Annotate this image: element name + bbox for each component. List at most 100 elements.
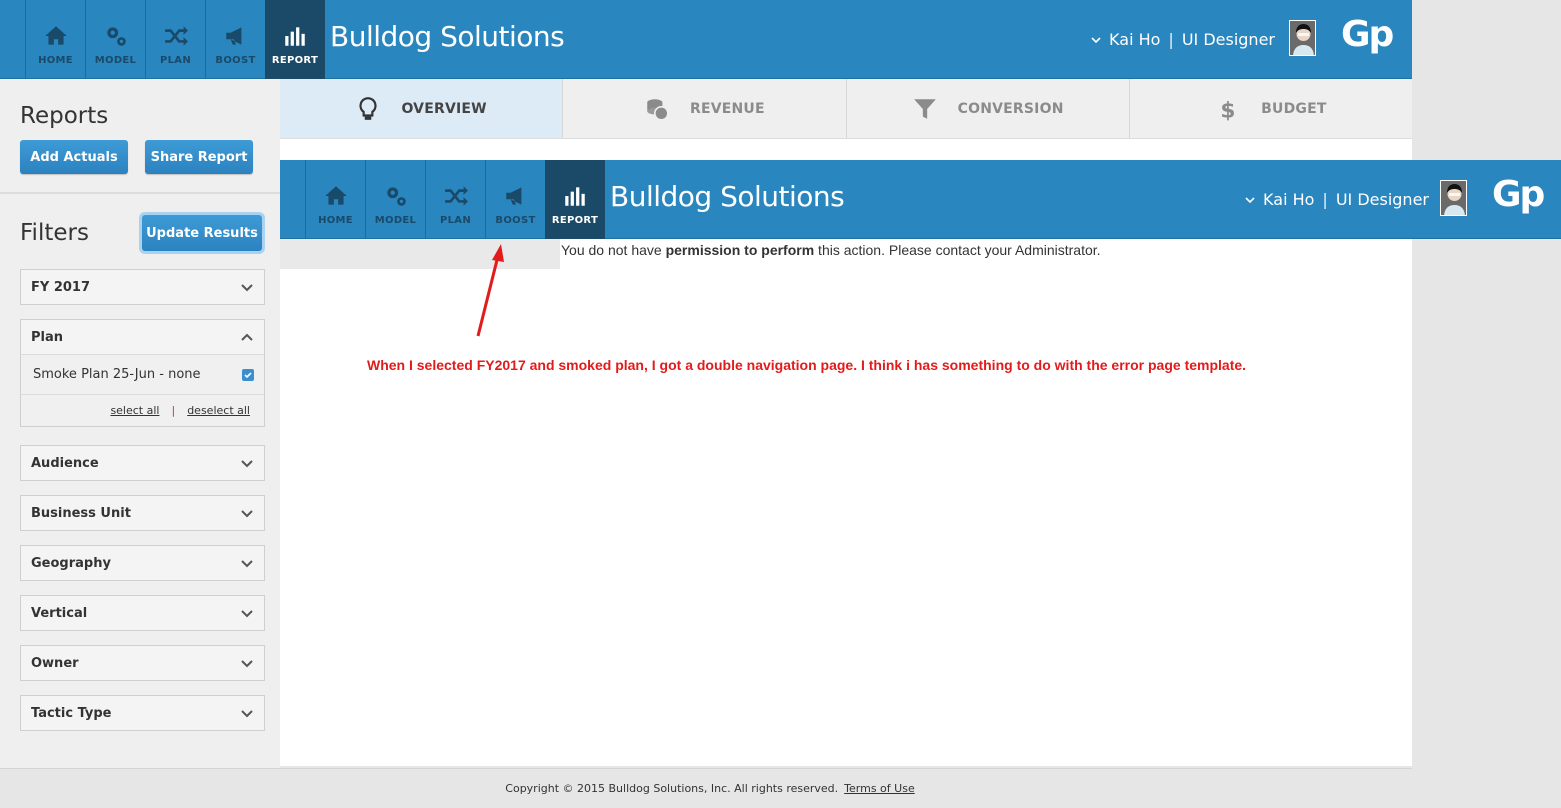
sidebar: Reports Add Actuals Share Report Filters… xyxy=(0,79,280,768)
footer: Copyright © 2015 Bulldog Solutions, Inc.… xyxy=(0,768,1412,808)
share-report-button[interactable]: Share Report xyxy=(145,140,253,174)
tab-revenue[interactable]: REVENUE xyxy=(563,79,847,138)
nav-home-button[interactable]: HOME xyxy=(305,160,365,239)
select-all-link[interactable]: select all xyxy=(110,404,159,417)
home-icon xyxy=(324,186,347,205)
filter-label: Owner xyxy=(31,655,79,671)
permission-suffix: this action. Please contact your Adminis… xyxy=(814,242,1101,258)
deselect-all-link[interactable]: deselect all xyxy=(187,404,250,417)
user-separator: | xyxy=(1168,30,1174,49)
user-name: Kai Ho xyxy=(1263,190,1315,209)
filters-heading: Filters xyxy=(20,220,89,246)
main-nav: HOME MODEL PLAN BOOST REPORT xyxy=(305,160,605,239)
checkbox[interactable] xyxy=(242,368,254,381)
main-nav: HOME MODEL PLAN BOOST REPORT xyxy=(25,0,325,79)
filter-business-unit: Business Unit xyxy=(20,495,265,531)
nav-home-button[interactable]: HOME xyxy=(25,0,85,79)
nav-report-button[interactable]: REPORT xyxy=(265,0,325,79)
filter-header[interactable]: Business Unit xyxy=(21,496,264,530)
user-menu[interactable]: Kai Ho | UI Designer xyxy=(1091,30,1275,49)
nav-label: BOOST xyxy=(495,215,536,226)
home-icon xyxy=(44,26,67,45)
avatar[interactable] xyxy=(1440,180,1467,216)
nav-report-button[interactable]: REPORT xyxy=(545,160,605,239)
nav-label: MODEL xyxy=(374,215,417,226)
filter-tactic-type: Tactic Type xyxy=(20,695,265,731)
filter-label: Plan xyxy=(31,329,64,345)
user-role: UI Designer xyxy=(1335,190,1429,209)
nav-plan-button[interactable]: PLAN xyxy=(425,160,485,239)
avatar[interactable] xyxy=(1289,20,1316,56)
gears-icon xyxy=(386,187,406,206)
tab-conversion[interactable]: CONVERSION xyxy=(847,79,1130,138)
funnel-icon xyxy=(913,98,936,119)
filter-header[interactable]: Tactic Type xyxy=(21,696,264,730)
megaphone-icon xyxy=(225,27,241,45)
chevron-down-icon xyxy=(241,560,253,568)
tab-label: REVENUE xyxy=(689,100,765,117)
nav-model-button[interactable]: MODEL xyxy=(365,160,425,239)
annotation-note: When I selected FY2017 and smoked plan, … xyxy=(367,357,1247,373)
chevron-down-icon xyxy=(1091,36,1101,43)
select-divider: | xyxy=(171,404,176,417)
gears-icon xyxy=(106,27,126,46)
filter-audience: Audience xyxy=(20,445,265,481)
nav-label: REPORT xyxy=(271,55,319,66)
tab-label: OVERVIEW xyxy=(401,100,487,117)
chevron-down-icon xyxy=(241,610,253,618)
terms-link[interactable]: Terms of Use xyxy=(844,782,915,795)
filter-header[interactable]: Vertical xyxy=(21,596,264,630)
add-actuals-button[interactable]: Add Actuals xyxy=(20,140,128,174)
nav-label: PLAN xyxy=(439,215,471,226)
nav-boost-button[interactable]: BOOST xyxy=(485,160,545,239)
shuffle-icon xyxy=(444,186,468,206)
top-navigation-bar: HOME MODEL PLAN BOOST REPORT Bulldog Sol… xyxy=(0,0,1412,79)
bar-chart-icon xyxy=(285,27,305,46)
chevron-down-icon xyxy=(241,284,253,292)
permission-prefix: You do not have xyxy=(561,242,666,258)
svg-text:$: $ xyxy=(1220,98,1235,121)
nav-label: PLAN xyxy=(159,55,191,66)
filter-header[interactable]: Geography xyxy=(21,546,264,580)
nav-model-button[interactable]: MODEL xyxy=(85,0,145,79)
tab-overview[interactable]: OVERVIEW xyxy=(280,79,564,138)
chevron-down-icon xyxy=(241,660,253,668)
chevron-down-icon xyxy=(241,460,253,468)
update-results-button[interactable]: Update Results xyxy=(142,215,262,251)
filter-label: Audience xyxy=(31,455,99,471)
tab-label: BUDGET xyxy=(1261,100,1327,117)
lightbulb-icon xyxy=(359,96,377,120)
filter-label: FY 2017 xyxy=(31,279,91,295)
filter-option-label: Smoke Plan 25-Jun - none xyxy=(33,367,201,382)
filter-geography: Geography xyxy=(20,545,265,581)
company-logo: Gp xyxy=(1492,174,1545,215)
chevron-down-icon xyxy=(241,510,253,518)
tab-budget[interactable]: $ BUDGET xyxy=(1130,79,1412,138)
filter-label: Vertical xyxy=(31,605,88,621)
nav-boost-button[interactable]: BOOST xyxy=(205,0,265,79)
annotation-arrow xyxy=(476,244,504,337)
chevron-down-icon xyxy=(241,710,253,718)
user-menu[interactable]: Kai Ho | UI Designer xyxy=(1245,190,1429,209)
filter-plan: Plan Smoke Plan 25-Jun - none select all… xyxy=(20,319,265,427)
user-separator: | xyxy=(1322,190,1328,209)
duplicate-navigation-bar: HOME MODEL PLAN BOOST REPORT Bulldog Sol… xyxy=(280,160,1561,239)
nav-plan-button[interactable]: PLAN xyxy=(145,0,205,79)
filter-label: Business Unit xyxy=(31,505,131,521)
dollar-icon: $ xyxy=(1220,98,1235,121)
filter-header[interactable]: Plan xyxy=(21,320,264,354)
filter-header[interactable]: FY 2017 xyxy=(21,270,264,304)
copyright-text: Copyright © 2015 Bulldog Solutions, Inc.… xyxy=(505,782,839,795)
sidebar-divider xyxy=(0,192,280,194)
filter-header[interactable]: Owner xyxy=(21,646,264,680)
nav-label: MODEL xyxy=(94,55,137,66)
permission-bold: permission to perform xyxy=(665,242,815,258)
brand-name: Bulldog Solutions xyxy=(610,180,845,213)
filter-option[interactable]: Smoke Plan 25-Jun - none xyxy=(21,354,264,394)
filter-label: Tactic Type xyxy=(31,705,112,721)
filter-header[interactable]: Audience xyxy=(21,446,264,480)
shuffle-icon xyxy=(164,26,188,46)
nav-label: HOME xyxy=(38,55,73,66)
select-controls: select all | deselect all xyxy=(21,394,264,426)
filter-fy: FY 2017 xyxy=(20,269,265,305)
